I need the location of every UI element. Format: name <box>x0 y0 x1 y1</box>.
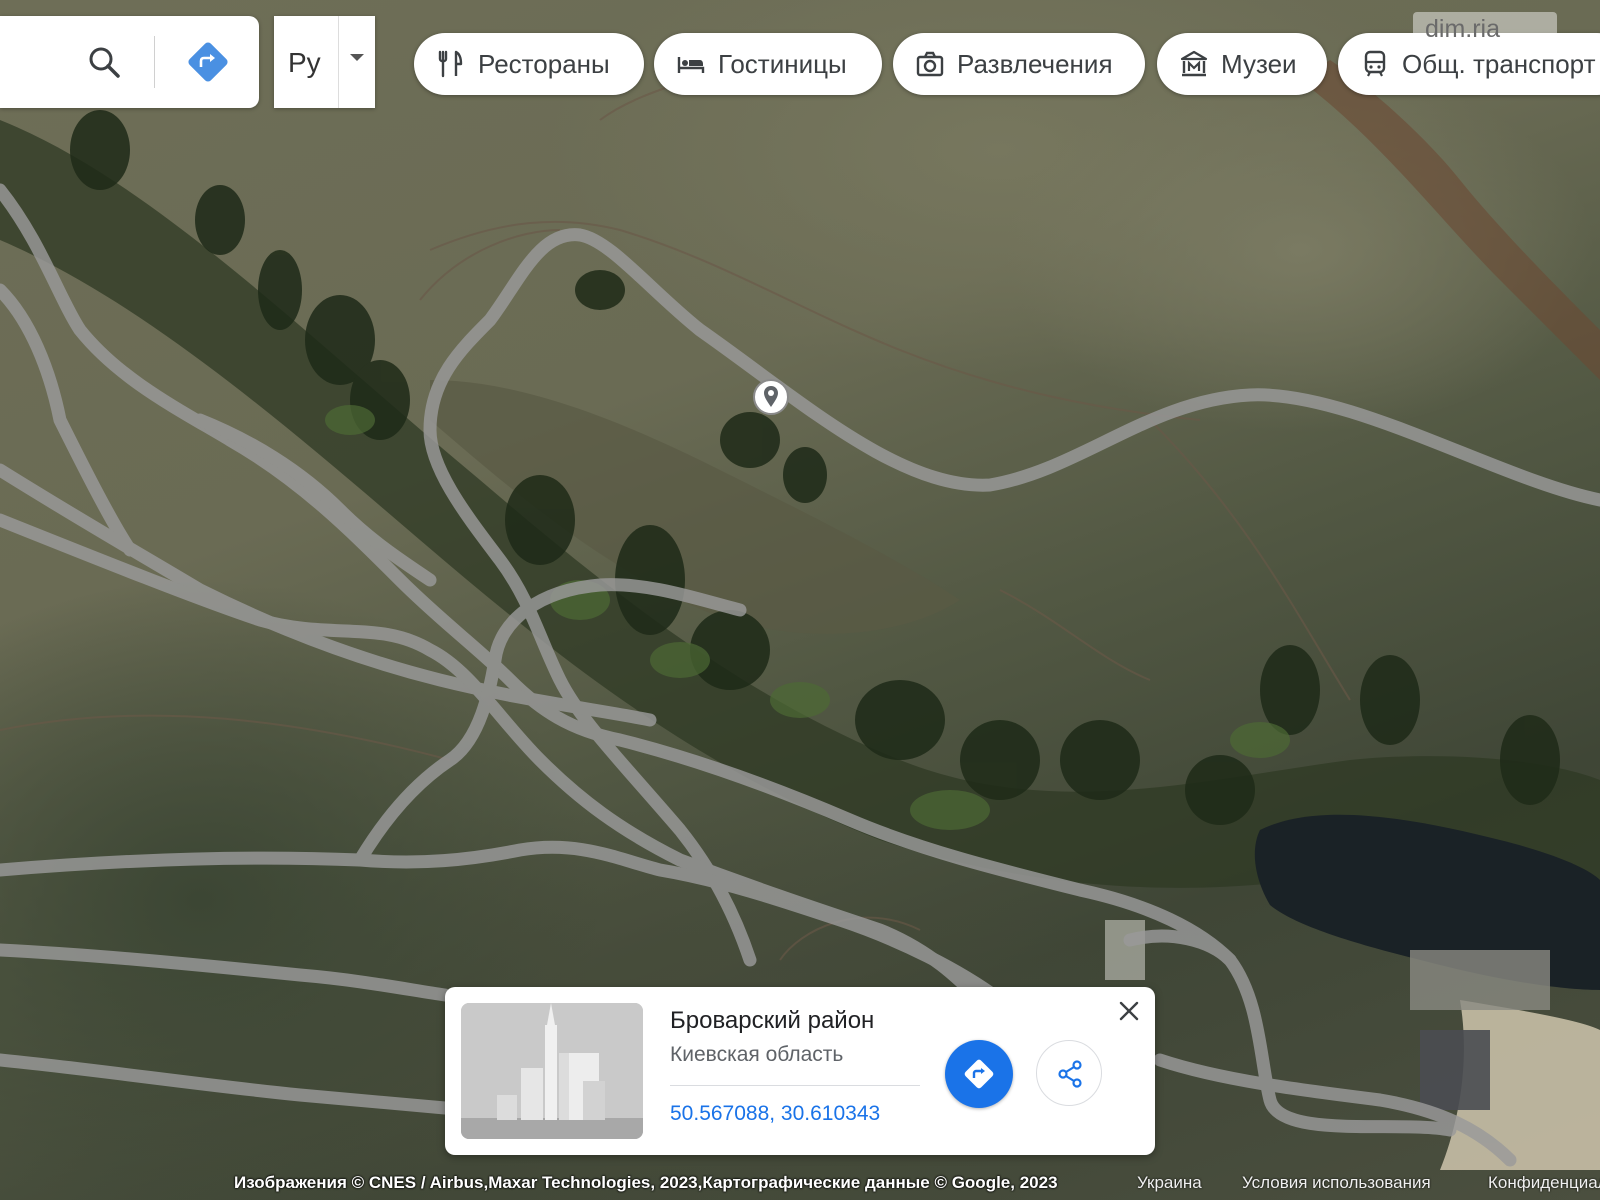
chip-hotels[interactable]: Гостиницы <box>654 33 882 95</box>
chevron-down-icon[interactable] <box>350 54 364 61</box>
chip-museums[interactable]: Музеи <box>1157 33 1327 95</box>
watermark-logo: dim.ria <box>1413 12 1557 46</box>
restaurant-icon <box>438 50 463 78</box>
country-link[interactable]: Украина <box>1137 1173 1202 1193</box>
chip-label: Гостиницы <box>718 48 847 79</box>
place-coordinates[interactable]: 50.567088, 30.610343 <box>670 1102 880 1126</box>
chip-label: Музеи <box>1221 48 1297 79</box>
place-thumbnail[interactable] <box>461 1003 643 1139</box>
city-placeholder-icon <box>461 1003 643 1139</box>
museum-icon <box>1180 50 1208 77</box>
search-box[interactable] <box>0 16 259 108</box>
chip-restaurants[interactable]: Рестораны <box>414 33 644 95</box>
imagery-attribution: Изображения © CNES / Airbus,Maxar Techno… <box>234 1173 1058 1192</box>
transit-icon <box>1364 50 1386 77</box>
share-button[interactable] <box>1036 1040 1102 1106</box>
terms-link[interactable]: Условия использования <box>1242 1173 1431 1193</box>
search-divider <box>154 36 155 88</box>
language-selector[interactable]: Ру <box>274 16 375 108</box>
privacy-link[interactable]: Конфиденциальность <box>1488 1173 1600 1193</box>
place-subtitle: Киевская область <box>670 1043 844 1066</box>
close-icon[interactable] <box>1117 999 1141 1023</box>
map-footer: Изображения © CNES / Airbus,Maxar Techno… <box>0 1170 1600 1200</box>
language-label: Ру <box>288 47 321 78</box>
chip-label: Развлечения <box>957 48 1113 79</box>
directions-icon <box>964 1059 994 1089</box>
camera-icon <box>916 51 944 77</box>
location-pin-icon[interactable] <box>752 378 790 416</box>
card-divider <box>670 1085 920 1086</box>
directions-button[interactable] <box>945 1040 1013 1108</box>
chip-label: Общ. транспорт <box>1402 48 1596 79</box>
language-divider <box>338 16 339 108</box>
watermark-text: dim.ria <box>1425 15 1501 43</box>
chip-entertainment[interactable]: Развлечения <box>893 33 1145 95</box>
chip-label: Рестораны <box>478 48 610 79</box>
place-info-card[interactable]: Броварский район Киевская область 50.567… <box>445 987 1155 1155</box>
place-title: Броварский район <box>670 1007 875 1034</box>
share-icon <box>1058 1060 1082 1088</box>
hotel-icon <box>677 57 705 73</box>
search-icon[interactable] <box>86 44 122 80</box>
directions-icon[interactable] <box>186 40 230 84</box>
